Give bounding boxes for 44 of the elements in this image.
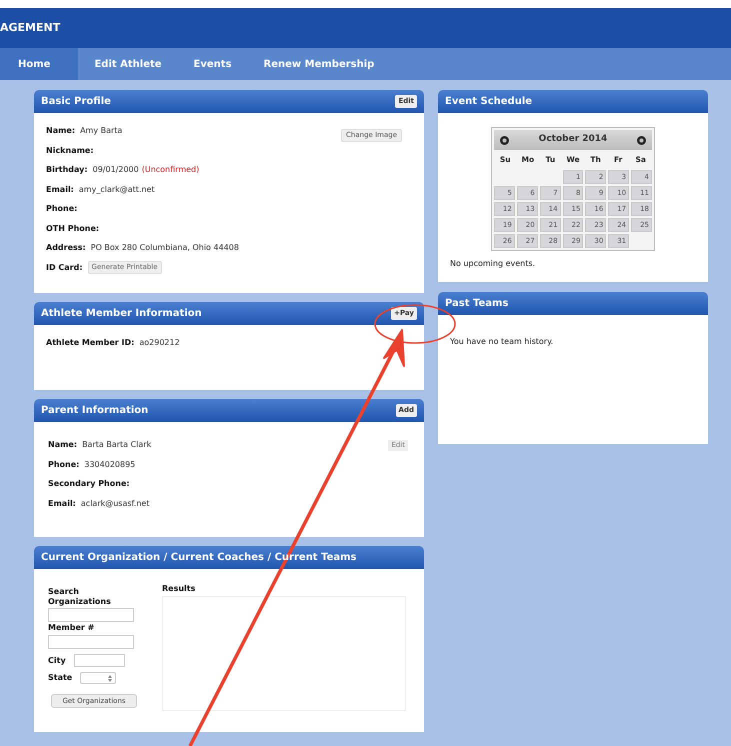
member-field[interactable] [48, 635, 134, 649]
site-title: AGEMENT [0, 20, 60, 36]
empty-message: No upcoming events. [450, 258, 536, 270]
field-value: Amy Barta [80, 125, 122, 137]
field-value: 3304020895 [84, 458, 136, 470]
panel-title: Basic Profile [41, 95, 111, 109]
field-label: Address: [46, 242, 86, 254]
field-label: Phone: [48, 458, 80, 470]
field-label: Birthday: [46, 164, 88, 176]
field-label: Secondary Phone: [48, 478, 130, 490]
field-value: PO Box 280 Columbiana, Ohio 44408 [90, 242, 239, 254]
state-dropdown[interactable] [80, 672, 116, 684]
calendar-month: October 2014 [538, 133, 608, 146]
field-label: Nickname: [46, 144, 94, 156]
field-value: amy_clark@att.net [78, 184, 155, 196]
updown-icon [108, 674, 112, 682]
field-value: 09/01/2000 [92, 164, 139, 176]
city-field[interactable] [74, 654, 125, 667]
panel-title: Athlete Member Information [41, 307, 202, 321]
field-label: Member # [48, 623, 96, 633]
field-label: Name: [46, 125, 76, 137]
field-label: Email: [46, 184, 74, 196]
empty-message: You have no team history. [450, 337, 554, 346]
panel-title: Past Teams [445, 297, 508, 311]
field-label: Name: [48, 439, 78, 451]
circle-arrow-icon[interactable] [636, 136, 646, 144]
field-label: Email: [48, 498, 76, 510]
nav-tab[interactable]: Home [0, 48, 78, 80]
search-field[interactable] [48, 608, 134, 622]
field-label: Athlete Member ID: [46, 337, 134, 349]
field-label: Search Organizations [48, 587, 112, 607]
panel-title: Event Schedule [445, 95, 532, 109]
field-value: Barta Barta Clark [82, 439, 152, 451]
circle-arrow-icon[interactable] [500, 136, 509, 144]
results-label: Results [162, 583, 196, 593]
panel-title: Parent Information [41, 404, 148, 418]
field-label: Phone: [46, 203, 78, 215]
field-value: aclark@usasf.net [80, 498, 150, 510]
field-label: OTH Phone: [46, 222, 100, 234]
field-value: ao290212 [139, 337, 180, 349]
status-note: (Unconfirmed) [142, 164, 200, 176]
field-label: ID Card: [46, 262, 83, 274]
field-label: City [48, 656, 66, 666]
field-label: State [48, 673, 72, 683]
